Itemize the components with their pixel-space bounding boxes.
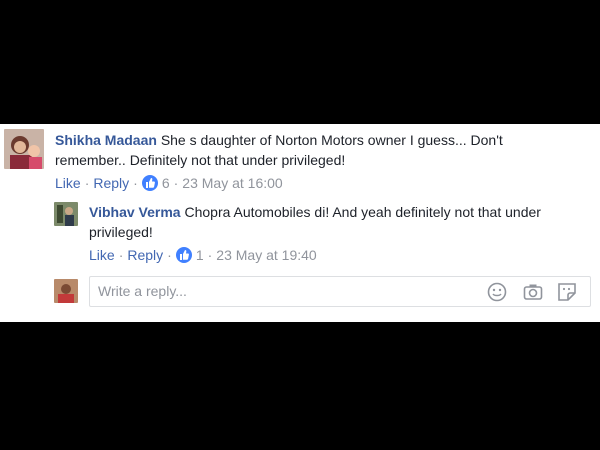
reply-input[interactable]: Write a reply... bbox=[89, 276, 591, 307]
separator: · bbox=[133, 175, 138, 191]
separator: · bbox=[118, 247, 124, 263]
timestamp[interactable]: 23 May at 19:40 bbox=[216, 246, 316, 264]
reaction-count[interactable]: 6 bbox=[162, 174, 170, 192]
current-user-avatar bbox=[54, 279, 78, 303]
comment-author[interactable]: Shikha Madaan bbox=[55, 132, 157, 148]
like-reaction-icon[interactable] bbox=[141, 175, 158, 191]
reply-actions: Like · Reply · 1 · 23 May at 19:40 bbox=[89, 246, 317, 264]
avatar[interactable] bbox=[4, 129, 44, 169]
separator: · bbox=[167, 247, 172, 263]
reply-body: Vibhav Verma Chopra Automobiles di! And … bbox=[89, 202, 569, 242]
reply-author[interactable]: Vibhav Verma bbox=[89, 204, 181, 220]
avatar[interactable] bbox=[54, 202, 78, 226]
like-button[interactable]: Like bbox=[55, 174, 81, 192]
comment-actions: Like · Reply · 6 · 23 May at 16:00 bbox=[55, 174, 283, 192]
reply-button[interactable]: Reply bbox=[127, 246, 163, 264]
like-reaction-icon[interactable] bbox=[175, 247, 192, 263]
camera-icon[interactable] bbox=[522, 281, 544, 303]
separator: · bbox=[207, 247, 213, 263]
timestamp[interactable]: 23 May at 16:00 bbox=[182, 174, 282, 192]
sticker-icon[interactable] bbox=[556, 281, 578, 303]
comment-body: Shikha Madaan She s daughter of Norton M… bbox=[55, 130, 555, 170]
separator: · bbox=[173, 175, 179, 191]
reply-placeholder: Write a reply... bbox=[98, 283, 187, 299]
like-button[interactable]: Like bbox=[89, 246, 115, 264]
reaction-count[interactable]: 1 bbox=[196, 246, 204, 264]
reply-button[interactable]: Reply bbox=[93, 174, 129, 192]
separator: · bbox=[84, 175, 90, 191]
emoji-icon[interactable] bbox=[486, 281, 508, 303]
